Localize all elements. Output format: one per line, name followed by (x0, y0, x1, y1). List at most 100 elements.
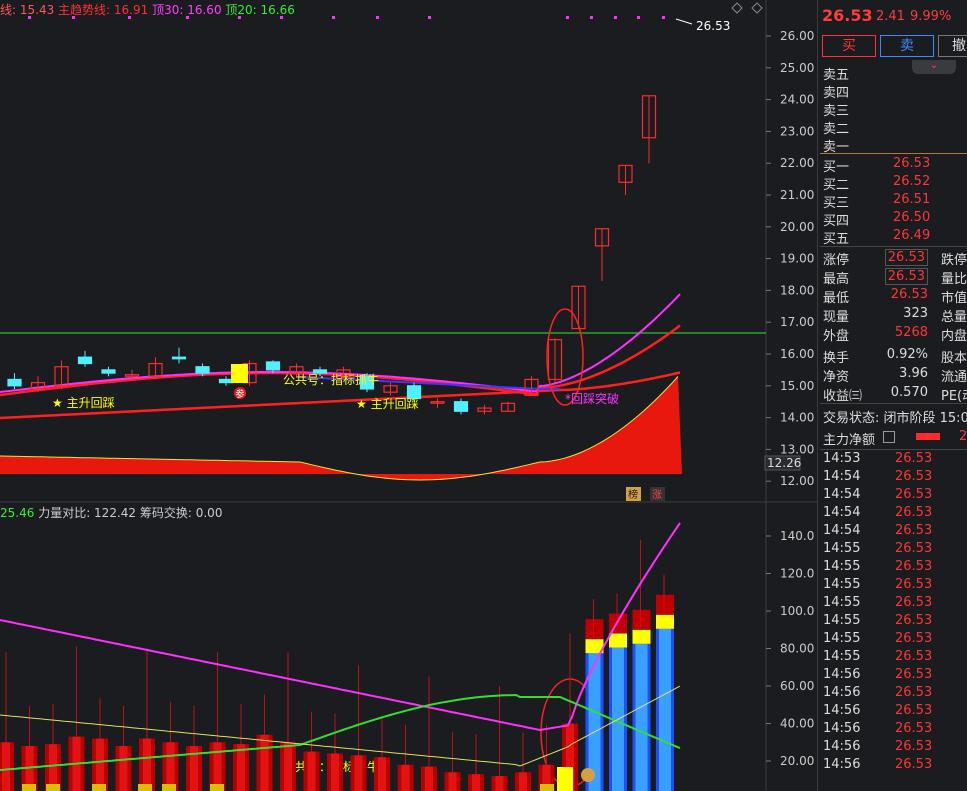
legend-top30: 顶30: 16.60 (152, 3, 222, 17)
legend-main-trend: 主趋势线: 16.91 (58, 3, 149, 17)
ask-label: 卖三 (823, 104, 850, 119)
tick-price: 26.53 (895, 667, 933, 682)
lower-line-magenta (0, 522, 681, 732)
stat-value: 0.92% (886, 347, 928, 362)
stat-value: 323 (903, 306, 928, 321)
lower-axis-label: 100.0 (780, 604, 814, 618)
annotation-main-up: ★ 主升回踩 (356, 397, 419, 411)
diamond-icon[interactable] (731, 2, 743, 14)
badge-bang: 榜 (628, 488, 638, 501)
power-bar-inner (213, 742, 222, 791)
legend-line1: 线: 15.43 (0, 3, 55, 17)
stat-label-2: 总量 (941, 310, 967, 325)
buy-button[interactable]: 买 (822, 35, 876, 57)
stat-value: 26.53 (884, 249, 928, 266)
ask-label: 卖二 (823, 122, 850, 137)
power-bar-inner (519, 772, 527, 791)
top-dot (637, 16, 640, 19)
power-bar-inner (401, 764, 410, 791)
power-bar-top (585, 619, 604, 640)
tick-time: 14:55 (823, 613, 861, 628)
power-bar-cap (656, 614, 674, 629)
power-bar-inner (49, 744, 57, 791)
price-axis-label: 20.00 (780, 220, 814, 234)
last-price-arrow (675, 18, 693, 25)
ask-label: 卖五 (823, 68, 850, 83)
last-price: 26.53 (822, 6, 873, 25)
bid-price: 26.49 (893, 228, 931, 243)
power-bar-cap (609, 633, 627, 648)
bid-label: 买三 (823, 196, 850, 211)
stat-label: 换手 (823, 351, 850, 366)
price-axis-label: 13.00 (780, 442, 814, 456)
tick-time: 14:53 (823, 451, 861, 466)
base-mark (138, 784, 152, 791)
tick-time: 14:56 (823, 721, 861, 736)
stat-label-2: 市值 (941, 291, 967, 306)
legend-chip-exchange: 筹码交换: 0.00 (139, 506, 223, 520)
stats-divider (820, 403, 967, 404)
tick-price: 26.53 (895, 559, 933, 574)
tick-price: 26.53 (895, 577, 933, 592)
main-flow-value: 2 (959, 429, 967, 444)
candle-body (101, 369, 116, 374)
price-axis-label: 24.00 (780, 93, 814, 107)
ask-label: 卖四 (823, 86, 850, 101)
bid-price: 26.51 (893, 192, 931, 207)
base-mark (46, 784, 60, 791)
tick-price: 26.53 (895, 469, 933, 484)
power-bar-inner (2, 742, 10, 791)
tick-time: 14:54 (823, 469, 861, 484)
sell-button[interactable]: 卖 (880, 35, 934, 57)
tick-price: 26.53 (895, 649, 933, 664)
tick-time: 14:56 (823, 703, 861, 718)
last-price-marker: 26.53 (696, 19, 730, 33)
main-flow-label: 主力净额 (823, 433, 876, 448)
top-dot (566, 16, 569, 19)
price-axis-label: 12.00 (780, 474, 814, 488)
collapse-toggle[interactable]: ⌄ (912, 60, 956, 74)
cancel-button[interactable]: 撤 (938, 35, 967, 57)
base-mark-large (557, 767, 573, 791)
bid-label: 买二 (823, 178, 850, 193)
signal-block (231, 364, 248, 383)
stat-value: 0.570 (890, 385, 928, 400)
tick-time: 14:56 (823, 757, 861, 772)
lower-axis-label: 20.00 (780, 754, 814, 768)
price-change: 2.41 (876, 9, 905, 24)
price-axis-label: 18.00 (780, 283, 814, 297)
base-mark (210, 784, 224, 791)
stat-label: 最低 (823, 291, 850, 306)
tick-time: 14:55 (823, 577, 861, 592)
book-divider (820, 153, 967, 154)
stat-value: 26.53 (884, 268, 928, 285)
tick-time: 14:55 (823, 631, 861, 646)
tick-time: 14:54 (823, 523, 861, 538)
power-bar-blue-inner (659, 628, 671, 791)
candle-body (218, 378, 234, 384)
book-divider-2 (820, 246, 967, 247)
tick-price: 26.53 (895, 523, 933, 538)
trade-status: 交易状态: 闭市阶段 15:0 (823, 411, 967, 426)
annotation-public: 公共号：指标抓牛 (283, 372, 379, 387)
tick-time: 14:55 (823, 559, 861, 574)
tick-time: 14:55 (823, 649, 861, 664)
power-bar-inner (495, 776, 504, 791)
candle-body (453, 401, 469, 412)
tick-time: 14:56 (823, 685, 861, 700)
diamond-icon[interactable] (751, 2, 763, 14)
tick-price: 26.53 (895, 631, 933, 646)
lower-indicator-legend: 25.46 力量对比: 122.42 筹码交换: 0.00 (0, 504, 222, 521)
price-axis-label: 21.00 (780, 188, 814, 202)
tick-price: 26.53 (895, 721, 933, 736)
lower-axis-label: 80.00 (780, 642, 814, 656)
tick-time: 14:56 (823, 667, 861, 682)
list-icon[interactable] (883, 431, 895, 443)
tick-price: 26.53 (895, 757, 933, 772)
price-axis-label: 14.00 (780, 411, 814, 425)
low-marker: 12.26 (767, 456, 801, 470)
tick-price: 26.53 (895, 505, 933, 520)
power-bar-inner (143, 738, 151, 791)
base-mark (540, 784, 554, 791)
top-dot (662, 16, 665, 19)
